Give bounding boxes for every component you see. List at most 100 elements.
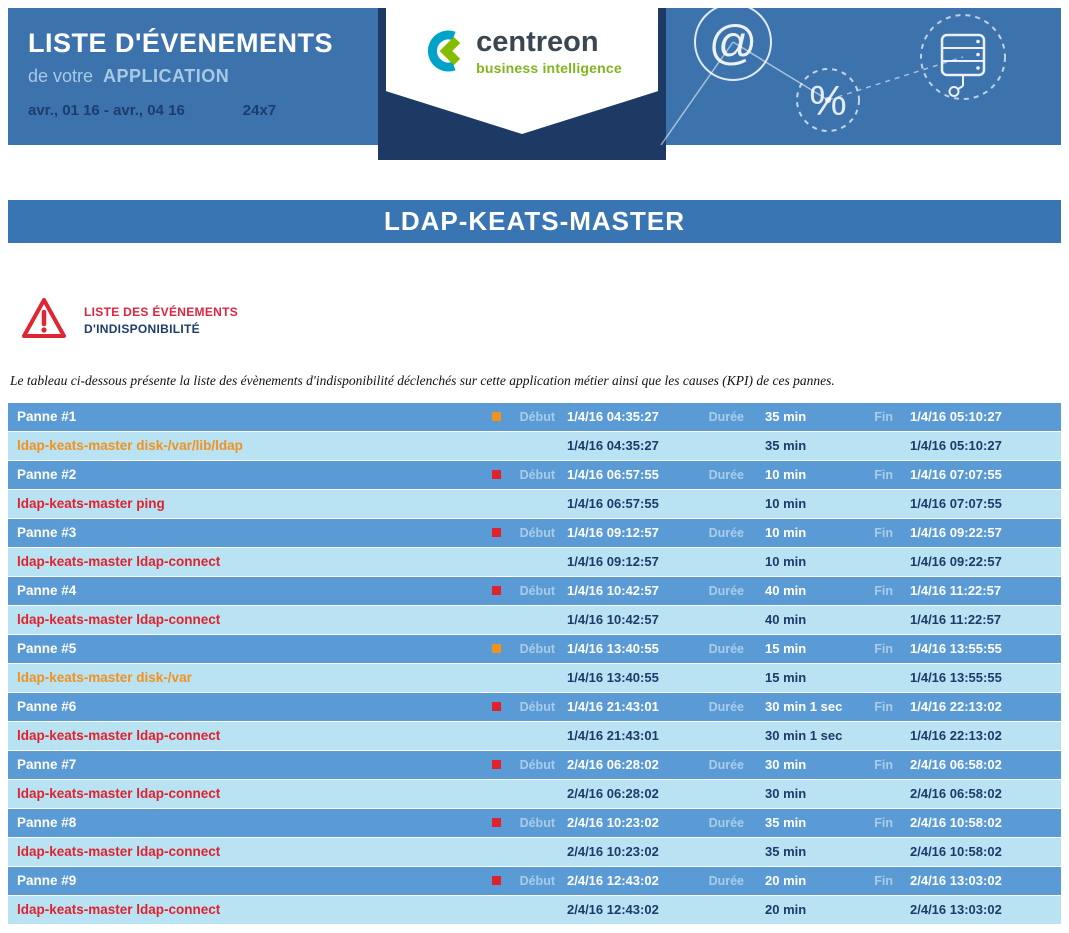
end-time: 1/4/16 11:22:57 [893,612,1061,627]
svg-text:@: @ [709,17,758,70]
duration-value: 30 min [744,786,853,801]
label-start: Début [508,584,555,598]
end-time: 2/4/16 10:58:02 [893,815,1061,830]
start-time: 1/4/16 06:57:55 [555,496,700,511]
subtitle-prefix: de votre [28,66,93,86]
start-time: 2/4/16 10:23:02 [555,815,700,830]
server-icon [921,15,1005,99]
label-duration: Durée [700,526,744,540]
start-time: 2/4/16 12:43:02 [555,873,700,888]
duration-value: 35 min [744,815,853,830]
label-end: Fin [853,410,893,424]
centreon-logo-text: centreon business intelligence [476,28,622,76]
duration-value: 40 min [744,612,853,627]
severity-square [484,640,508,658]
percent-icon: % [797,69,859,131]
end-time: 1/4/16 11:22:57 [893,583,1061,598]
start-time: 1/4/16 21:43:01 [555,699,700,714]
event-row: Panne #2Début1/4/16 06:57:55Durée10 minF… [8,461,1061,489]
duration-value: 30 min [744,757,853,772]
severity-square-icon [492,470,501,479]
severity-square-icon [492,528,501,537]
label-start: Début [508,410,555,424]
label-duration: Durée [700,874,744,888]
report-schedule: 24x7 [243,102,276,119]
event-row: Panne #1Début1/4/16 04:35:27Durée35 minF… [8,403,1061,431]
label-end: Fin [853,526,893,540]
end-time: 1/4/16 09:22:57 [893,525,1061,540]
section-label: LISTE DES ÉVÉNEMENTS D'INDISPONIBILITÉ [84,305,238,336]
report-period: avr., 01 16 - avr., 04 16 [28,102,185,119]
severity-square [484,524,508,542]
label-duration: Durée [700,758,744,772]
start-time: 1/4/16 09:12:57 [555,554,700,569]
severity-square [484,408,508,426]
event-name: Panne #6 [8,699,484,714]
application-title-bar: LDAP-KEATS-MASTER [8,200,1061,243]
unavailability-section-header: LISTE DES ÉVÉNEMENTS D'INDISPONIBILITÉ [8,297,1061,343]
kpi-row: ldap-keats-master ping1/4/16 06:57:5510 … [8,490,1061,518]
kpi-name: ldap-keats-master ldap-connect [8,728,484,743]
report-subtitle: de votre APPLICATION [28,66,333,87]
kpi-row: ldap-keats-master ldap-connect1/4/16 10:… [8,606,1061,634]
severity-square-icon [492,876,501,885]
severity-square-icon [492,412,501,421]
end-time: 1/4/16 07:07:55 [893,496,1061,511]
kpi-row: ldap-keats-master ldap-connect2/4/16 12:… [8,896,1061,924]
event-name: Panne #9 [8,873,484,888]
kpi-name: ldap-keats-master ldap-connect [8,554,484,569]
label-end: Fin [853,642,893,656]
event-row: Panne #4 Début1/4/16 10:42:57Durée40 minF… [8,577,1061,605]
event-name: Panne #3 [8,525,484,540]
severity-square-icon [492,586,501,595]
start-time: 1/4/16 10:42:57 [555,612,700,627]
kpi-row: ldap-keats-master disk-/var1/4/16 13:40:… [8,664,1061,692]
section-label-line2: D'INDISPONIBILITÉ [84,322,238,336]
duration-value: 35 min [744,409,853,424]
start-time: 2/4/16 12:43:02 [555,902,700,917]
event-name: Panne #5 [8,641,484,656]
duration-value: 15 min [744,641,853,656]
severity-square [484,756,508,774]
subtitle-application: APPLICATION [103,66,229,86]
start-time: 1/4/16 06:57:55 [555,467,700,482]
start-time: 2/4/16 06:28:02 [555,786,700,801]
kpi-row: ldap-keats-master disk-/var/lib/ldap 1/4/… [8,432,1061,460]
duration-value: 15 min [744,670,853,685]
table-description: Le tableau ci-dessous présente la liste … [8,373,1061,389]
report-title: LISTE D'ÉVENEMENTS [28,28,333,59]
label-start: Début [508,700,555,714]
end-time: 2/4/16 10:58:02 [893,844,1061,859]
report-header: LISTE D'ÉVENEMENTS de votre APPLICATION a… [8,8,1061,145]
event-name: Panne #8 [8,815,484,830]
label-duration: Durée [700,584,744,598]
end-time: 1/4/16 13:55:55 [893,641,1061,656]
end-time: 2/4/16 13:03:02 [893,873,1061,888]
section-label-line1: LISTE DES ÉVÉNEMENTS [84,305,238,319]
severity-square-icon [492,818,501,827]
duration-value: 10 min [744,467,853,482]
event-row: Panne #9Début2/4/16 12:43:02Durée20 minF… [8,867,1061,895]
events-table: Panne #1Début1/4/16 04:35:27Durée35 minF… [8,403,1061,924]
event-row: Panne #5Début1/4/16 13:40:55Durée15 minF… [8,635,1061,663]
end-time: 1/4/16 09:22:57 [893,554,1061,569]
severity-square [484,814,508,832]
label-end: Fin [853,700,893,714]
kpi-name: ldap-keats-master disk-/var/lib/ldap [8,438,484,453]
duration-value: 40 min [744,583,853,598]
label-duration: Durée [700,700,744,714]
severity-square [484,466,508,484]
end-time: 1/4/16 05:10:27 [893,438,1061,453]
duration-value: 10 min [744,554,853,569]
duration-value: 35 min [744,438,853,453]
duration-value: 10 min [744,496,853,511]
event-name: Panne #4 [8,583,484,598]
kpi-row: ldap-keats-master ldap-connect2/4/16 06:… [8,780,1061,808]
svg-text:%: % [809,77,846,124]
duration-value: 20 min [744,902,853,917]
label-end: Fin [853,584,893,598]
kpi-row: ldap-keats-master ldap-connect2/4/16 10:… [8,838,1061,866]
label-start: Début [508,874,555,888]
duration-value: 20 min [744,873,853,888]
start-time: 1/4/16 10:42:57 [555,583,700,598]
